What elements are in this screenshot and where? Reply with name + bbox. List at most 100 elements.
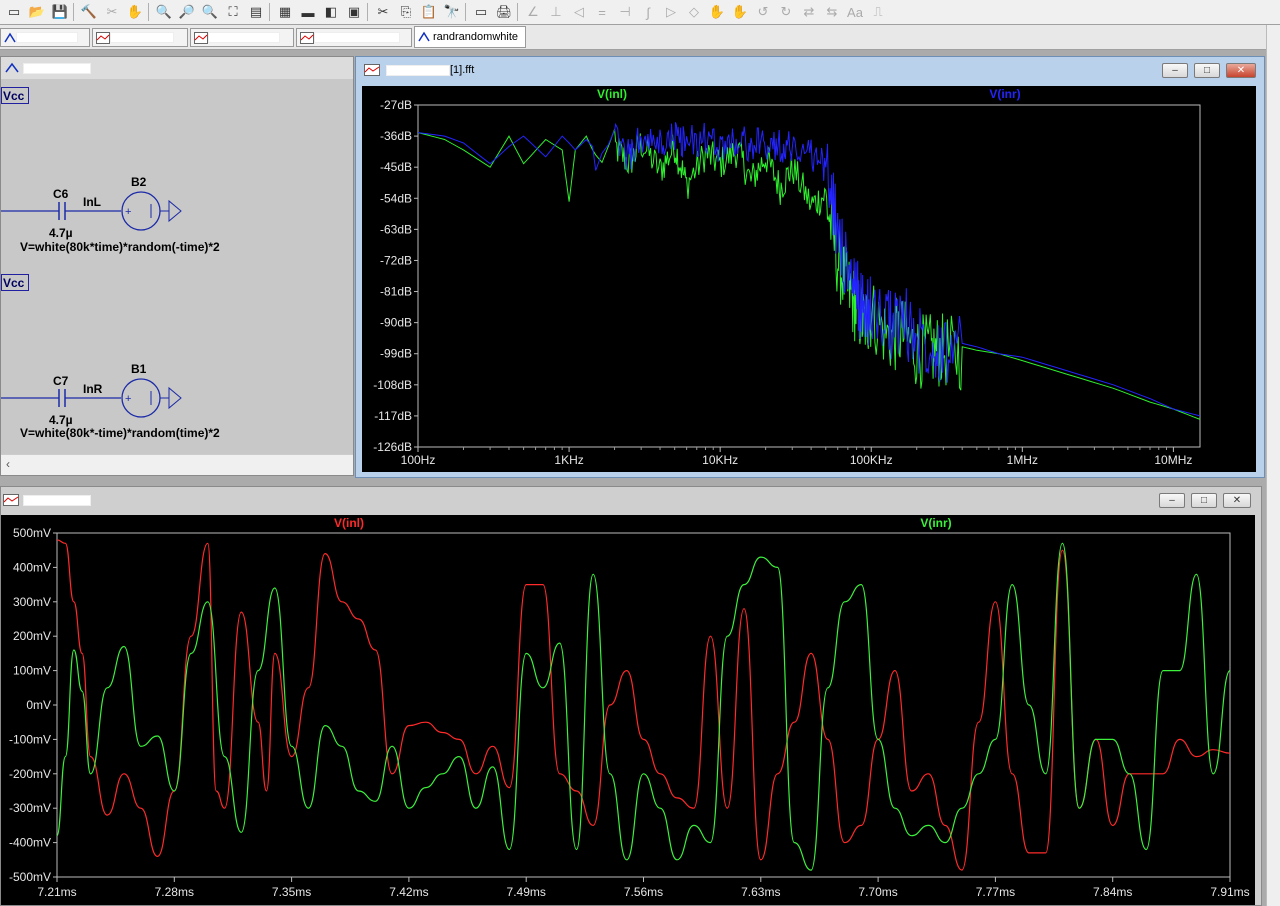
c7-value: 4.7µ xyxy=(49,413,73,427)
cascade-icon[interactable]: ▣ xyxy=(344,2,364,22)
inductor-icon[interactable]: ∫ xyxy=(638,2,658,22)
y-tick-label: -108dB xyxy=(373,378,412,392)
fft-close-button[interactable]: ✕ xyxy=(1226,63,1256,78)
cut-icon[interactable]: ✂ xyxy=(373,2,393,22)
time-close-button[interactable]: ✕ xyxy=(1223,493,1251,508)
fft-maximize-button[interactable]: □ xyxy=(1194,63,1220,78)
tab-label-redacted xyxy=(208,32,280,43)
y-tick-label: -54dB xyxy=(380,191,412,205)
x-tick-label: 7.35ms xyxy=(272,885,311,899)
save-icon[interactable]: 💾 xyxy=(50,2,70,22)
redo-icon[interactable]: ↻ xyxy=(776,2,796,22)
tab-randrandomwhite[interactable]: randrandomwhite xyxy=(414,26,526,48)
zoom-out-icon[interactable]: 🔍 xyxy=(200,2,220,22)
y-tick-label: -90dB xyxy=(380,316,412,330)
find-icon[interactable]: 🔭 xyxy=(442,2,462,22)
time-title xyxy=(23,494,91,506)
text-icon[interactable]: Aa xyxy=(845,2,865,22)
tab-schematic-1[interactable] xyxy=(0,28,90,47)
halt-icon[interactable]: ✋ xyxy=(125,2,145,22)
x-tick-label: 7.49ms xyxy=(507,885,546,899)
schematic-window: Vcc Vcc + C6 4.7µ InL B2 V=white(80k*tim… xyxy=(0,56,354,476)
ground-icon xyxy=(168,199,182,223)
time-plot[interactable]: 500mV 400mV 300mV 200mV 100mV 0mV -100mV -200mV… xyxy=(1,515,1255,905)
new-schematic-icon[interactable]: ▭ xyxy=(4,2,24,22)
y-tick-label: -117dB xyxy=(374,409,412,423)
ground-icon[interactable]: ⊥ xyxy=(546,2,566,22)
undo-icon[interactable]: ↺ xyxy=(753,2,773,22)
wire-icon[interactable]: ∠ xyxy=(523,2,543,22)
print-setup-icon[interactable]: ▭ xyxy=(471,2,491,22)
control-panel-icon[interactable]: 🔨 xyxy=(79,2,99,22)
legend-vinr[interactable]: V(inr) xyxy=(989,87,1020,101)
x-tick-label: 100KHz xyxy=(850,453,893,467)
legend-vinl[interactable]: V(inl) xyxy=(334,516,364,530)
spice-directive-icon[interactable]: ⎍ xyxy=(868,2,888,22)
label-icon[interactable]: ◁ xyxy=(569,2,589,22)
y-tick-label: 300mV xyxy=(13,595,51,609)
tab-waveform-1[interactable] xyxy=(92,28,188,47)
run-icon[interactable]: ✂ xyxy=(102,2,122,22)
fft-minimize-button[interactable]: – xyxy=(1162,63,1188,78)
x-tick-label: 7.70ms xyxy=(858,885,897,899)
y-tick-label: -36dB xyxy=(380,129,412,143)
schematic-icon xyxy=(418,31,430,42)
rotate-icon[interactable]: ⇄ xyxy=(799,2,819,22)
fft-plot[interactable]: -27dB -36dB -45dB -54dB -63dB -72dB -81dB -90dB… xyxy=(362,86,1256,472)
schematic-canvas[interactable]: Vcc Vcc + C6 4.7µ InL B2 V=white(80k*tim… xyxy=(1,79,353,455)
diode-icon[interactable]: ▷ xyxy=(661,2,681,22)
y-tick-label: -81dB xyxy=(380,285,412,299)
x-tick-label: 7.77ms xyxy=(976,885,1015,899)
ground-icon xyxy=(168,386,182,410)
x-tick-label: 7.63ms xyxy=(741,885,780,899)
fft-title-redacted xyxy=(386,64,450,76)
drag-icon[interactable]: ✋ xyxy=(730,2,750,22)
scroll-left-arrow-icon[interactable]: ‹ xyxy=(6,457,10,471)
time-minimize-button[interactable]: – xyxy=(1159,493,1185,508)
x-tick-label: 7.21ms xyxy=(37,885,76,899)
capacitor-icon[interactable]: ⊣ xyxy=(615,2,635,22)
y-tick-label: -99dB xyxy=(380,347,412,361)
mdi-workspace: Vcc Vcc + C6 4.7µ InL B2 V=white(80k*tim… xyxy=(0,25,1280,906)
fft-title: [1].fft xyxy=(450,64,475,76)
tab-waveform-3[interactable] xyxy=(296,28,412,47)
pick-traces-icon[interactable]: ▦ xyxy=(275,2,295,22)
zoom-in-icon[interactable]: 🔍 xyxy=(154,2,174,22)
main-toolbar: ▭ 📂 💾 🔨 ✂ ✋ 🔍 🔎 🔍 ⛶ ▤ ▦ ▬ ◧ ▣ ✂ ⎘ 📋 🔭 ▭ 🖨 ∠ ⊥ ◁ = ⊣ ∫ ▷ ◇ ✋ ✋ ↺ ↻ ⇄ ⇆ Aa ⎍ xyxy=(0,0,1280,25)
tab-waveform-2[interactable] xyxy=(190,28,294,47)
schematic-horizontal-scrollbar[interactable]: ‹ xyxy=(1,454,353,475)
zoom-fit-icon[interactable]: ⛶ xyxy=(223,2,243,22)
b2-name: B2 xyxy=(131,175,147,189)
copy-icon[interactable]: ⎘ xyxy=(396,2,416,22)
tile-vertical-icon[interactable]: ◧ xyxy=(321,2,341,22)
x-tick-label: 7.28ms xyxy=(155,885,194,899)
tile-horizontal-icon[interactable]: ▬ xyxy=(298,2,318,22)
move-icon[interactable]: ✋ xyxy=(707,2,727,22)
schematic-icon xyxy=(4,32,16,42)
c6-name: C6 xyxy=(53,187,69,201)
b1-name: B1 xyxy=(131,362,147,376)
time-maximize-button[interactable]: □ xyxy=(1191,493,1217,508)
toolbar-separator xyxy=(517,3,518,21)
open-icon[interactable]: 📂 xyxy=(27,2,47,22)
tab-label: randrandomwhite xyxy=(433,31,518,43)
x-tick-label: 7.91ms xyxy=(1210,885,1249,899)
b2-expression: V=white(80k*time)*random(-time)*2 xyxy=(20,240,220,254)
autorange-icon[interactable]: ▤ xyxy=(246,2,266,22)
waveform-icon xyxy=(194,31,208,44)
y-tick-label: -100mV xyxy=(9,732,51,746)
resistor-icon[interactable]: = xyxy=(592,2,612,22)
schematic-title-bar xyxy=(1,57,353,79)
component-icon[interactable]: ◇ xyxy=(684,2,704,22)
paste-icon[interactable]: 📋 xyxy=(419,2,439,22)
legend-vinr[interactable]: V(inr) xyxy=(920,516,951,530)
y-tick-label: 200mV xyxy=(13,629,51,643)
legend-vinl[interactable]: V(inl) xyxy=(597,87,627,101)
print-icon[interactable]: 🖨 xyxy=(494,2,514,22)
tab-label-redacted xyxy=(16,32,78,43)
mirror-icon[interactable]: ⇆ xyxy=(822,2,842,22)
y-tick-label: 500mV xyxy=(13,526,51,540)
zoom-box-icon[interactable]: 🔎 xyxy=(177,2,197,22)
schematic-title xyxy=(23,62,91,74)
waveform-icon xyxy=(300,31,314,44)
